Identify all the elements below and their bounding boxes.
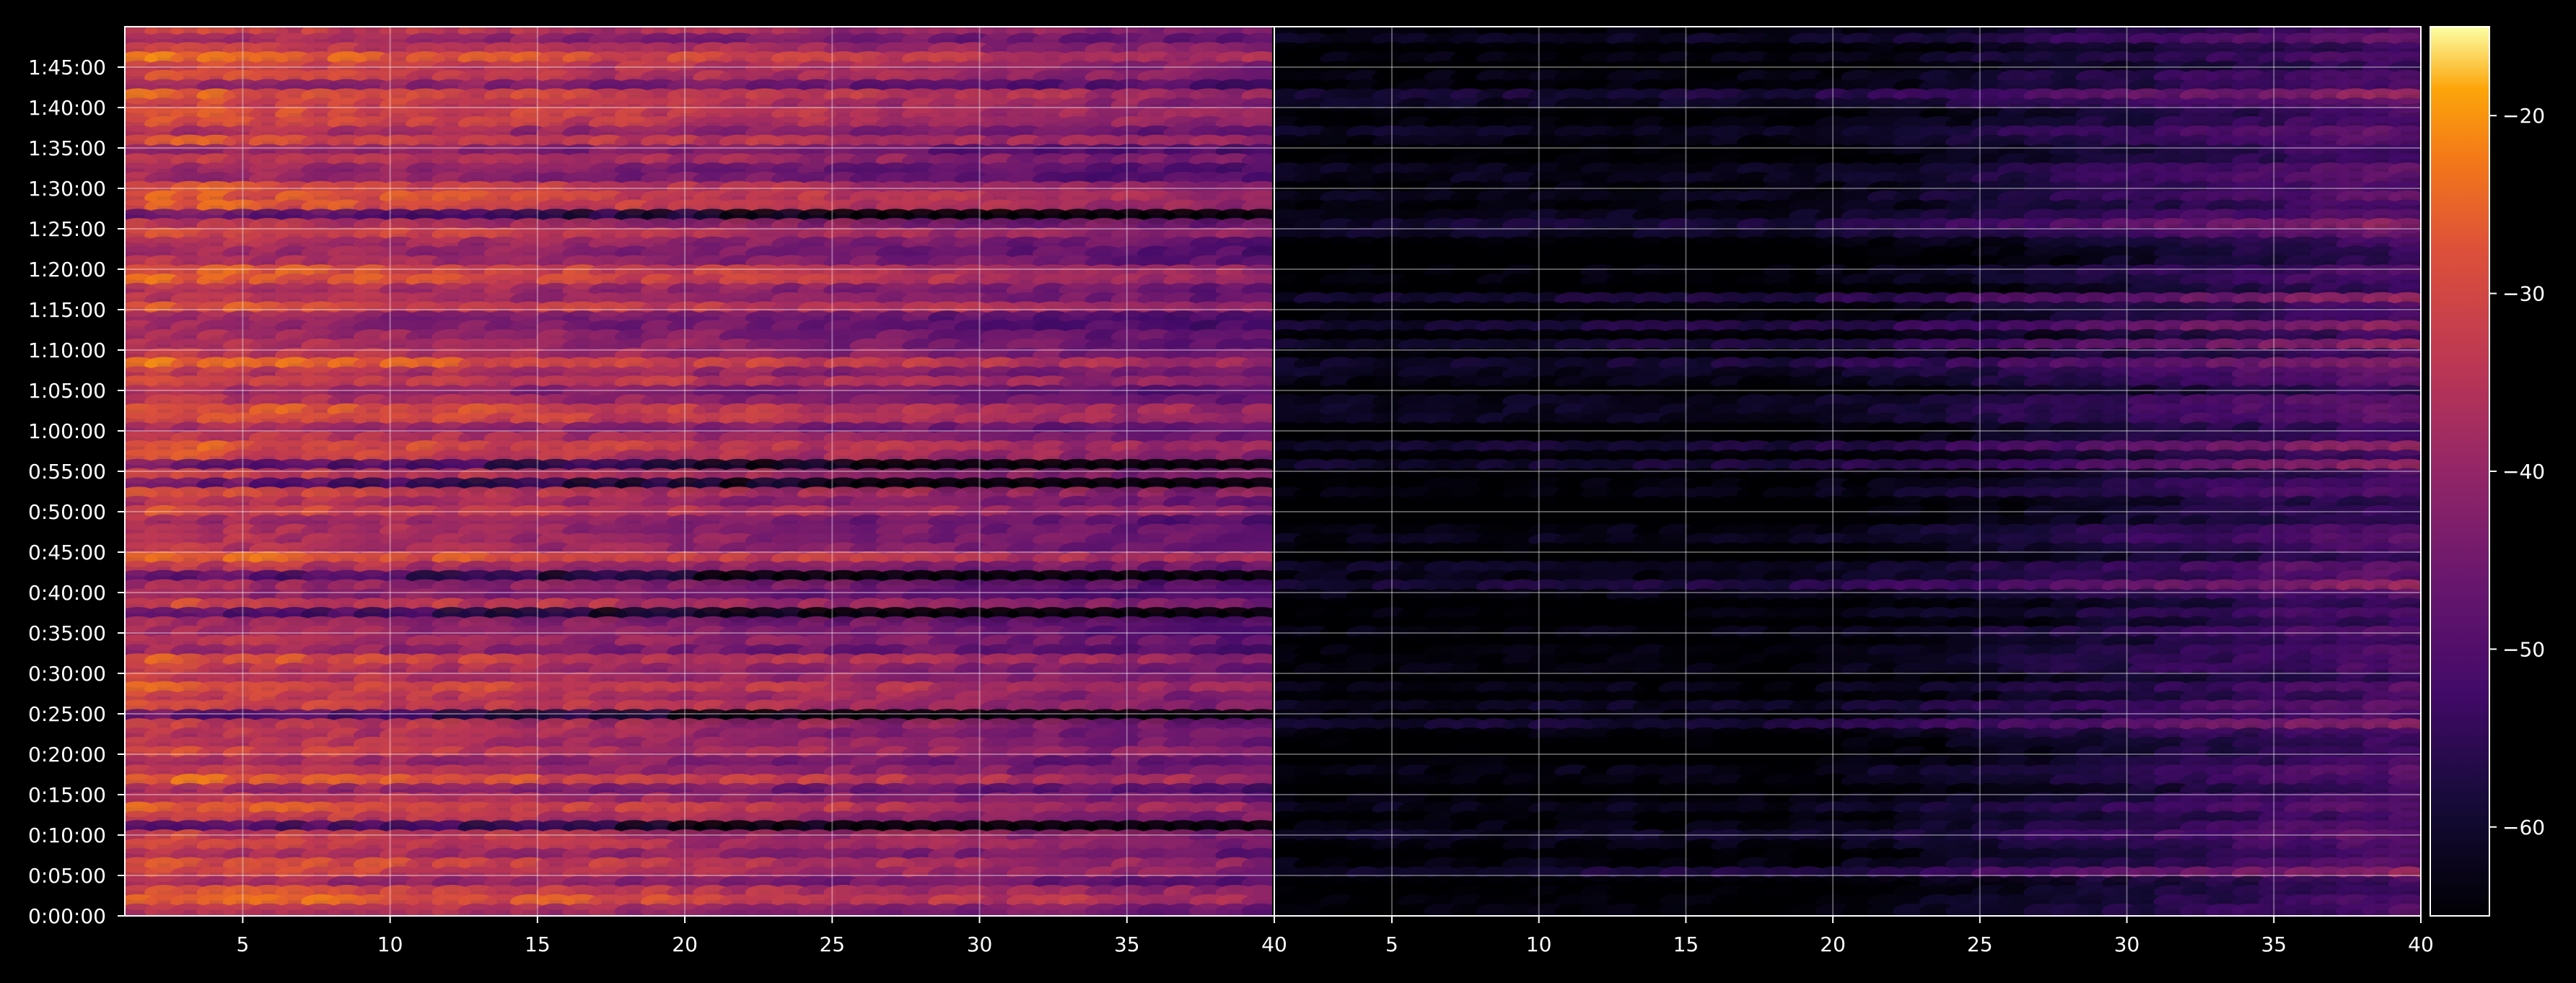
heatmap-figure: 0:00:000:05:000:10:000:15:000:20:000:25:…	[0, 0, 2576, 983]
